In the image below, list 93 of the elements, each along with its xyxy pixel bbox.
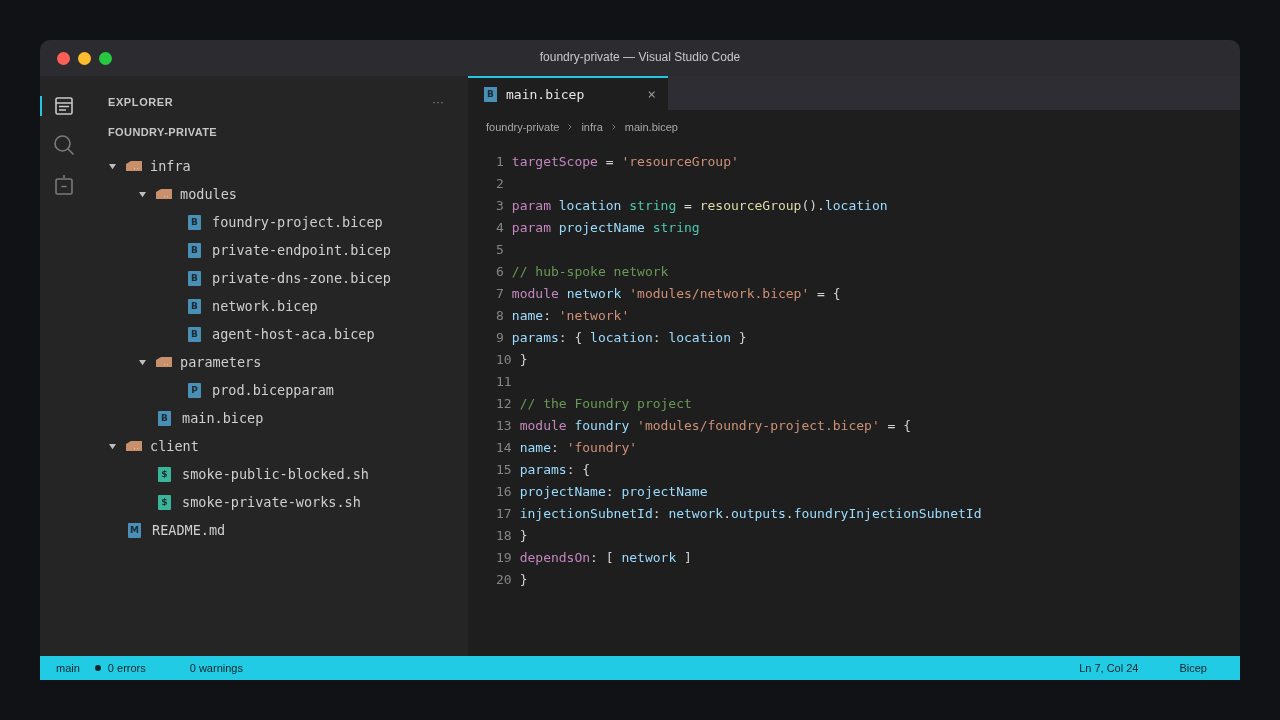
line-number: 11: [496, 373, 512, 389]
code-line: params: { location: location }: [511, 329, 747, 345]
breadcrumb-separator-icon: [568, 124, 573, 130]
workspace-name[interactable]: FOUNDRY-PRIVATE: [108, 126, 218, 138]
file-name[interactable]: foundry-project.bicep: [212, 214, 383, 230]
chevron-icon[interactable]: [108, 442, 116, 450]
explorer-icon[interactable]: [54, 96, 74, 116]
code-line: params: {: [519, 461, 591, 477]
more-actions-button[interactable]: ···: [432, 95, 444, 109]
line-number: 15: [496, 461, 512, 477]
file-name[interactable]: smoke-private-works.sh: [182, 494, 361, 510]
line-number: 20: [496, 571, 512, 587]
breadcrumb-item[interactable]: infra: [581, 121, 603, 133]
line-number: 1: [496, 153, 504, 169]
zoom-button[interactable]: [99, 51, 112, 65]
line-number: 5: [496, 241, 504, 257]
explorer-title: EXPLORER: [108, 96, 174, 108]
breadcrumb-item[interactable]: main.bicep: [624, 121, 678, 133]
code-line: targetScope = 'resourceGroup': [511, 153, 739, 169]
code-line: }: [519, 527, 528, 543]
branch-name[interactable]: main: [56, 662, 80, 674]
code-line: // the Foundry project: [519, 395, 692, 411]
language-mode[interactable]: Bicep: [1179, 662, 1207, 674]
window-title: foundry-private — Visual Studio Code: [539, 50, 741, 64]
line-number: 4: [496, 219, 504, 235]
folder-icon: [156, 356, 172, 368]
folder-name[interactable]: infra: [150, 158, 191, 174]
file-name[interactable]: network.bicep: [212, 298, 318, 314]
close-button[interactable]: [57, 51, 70, 65]
file-type-icon: B: [188, 326, 201, 342]
code-line: param location string = resourceGroup().location: [511, 197, 888, 213]
line-number: 10: [496, 351, 512, 367]
folder-name[interactable]: modules: [180, 186, 237, 202]
editor-tab[interactable]: B main.bicep ×: [468, 76, 668, 110]
file-name[interactable]: smoke-public-blocked.sh: [182, 466, 369, 482]
code-line: module foundry 'modules/foundry-project.bicep' = {: [519, 417, 912, 433]
line-number: 9: [496, 329, 504, 345]
close-tab-button[interactable]: ×: [647, 86, 656, 102]
breadcrumb-separator-icon: [611, 124, 616, 130]
file-type-icon: P: [188, 382, 201, 398]
line-number: 6: [496, 263, 504, 279]
file-name[interactable]: README.md: [152, 522, 226, 538]
error-count[interactable]: 0 errors: [107, 662, 146, 674]
chevron-icon[interactable]: [138, 190, 146, 198]
folder-icon: [156, 188, 172, 200]
code-line: }: [519, 351, 528, 367]
file-type-icon: B: [188, 270, 201, 286]
chevron-icon[interactable]: [138, 358, 146, 366]
line-number: 12: [496, 395, 512, 411]
line-number: 16: [496, 483, 512, 499]
code-line: projectName: projectName: [519, 483, 708, 499]
code-line: // hub-spoke network: [511, 263, 669, 279]
file-type-icon: M: [128, 522, 141, 538]
line-number: 8: [496, 307, 504, 323]
code-line: name: 'foundry': [519, 439, 638, 455]
file-type-icon: $: [158, 466, 171, 482]
folder-name[interactable]: parameters: [180, 354, 262, 370]
folder-icon: [126, 160, 142, 172]
search-icon[interactable]: [53, 134, 75, 156]
line-number: 3: [496, 197, 504, 213]
line-number: 19: [496, 549, 512, 565]
minimize-button[interactable]: [78, 51, 91, 65]
file-type-icon: B: [188, 242, 201, 258]
line-number: 13: [496, 417, 512, 433]
file-name[interactable]: private-dns-zone.bicep: [212, 270, 391, 286]
file-type-icon: B: [158, 410, 171, 426]
line-number: 18: [496, 527, 512, 543]
code-line: module network 'modules/network.bicep' = {: [511, 285, 841, 301]
chevron-icon[interactable]: [108, 162, 116, 170]
warning-count[interactable]: 0 warnings: [189, 662, 243, 674]
code-line: injectionSubnetId: network.outputs.foundryInjectionSubnetId: [519, 505, 982, 521]
file-type-icon: B: [188, 214, 201, 230]
folder-name[interactable]: client: [150, 438, 199, 454]
breadcrumb-item[interactable]: foundry-private: [486, 121, 560, 133]
code-line: param projectName string: [511, 219, 700, 235]
code-line: dependsOn: [ network ]: [519, 549, 692, 565]
box-icon[interactable]: [54, 174, 74, 196]
file-name[interactable]: main.bicep: [182, 410, 264, 426]
cursor-position[interactable]: Ln 7, Col 24: [1079, 662, 1139, 674]
file-name[interactable]: prod.bicepparam: [212, 382, 334, 398]
folder-icon: [126, 440, 142, 452]
line-number: 17: [496, 505, 512, 521]
line-number: 2: [496, 175, 504, 191]
file-type-icon: $: [158, 494, 171, 510]
line-number: 14: [496, 439, 512, 455]
file-type-icon: B: [484, 86, 497, 102]
status-dot-icon: [94, 665, 101, 671]
line-number: 7: [496, 285, 504, 301]
code-line: }: [519, 571, 528, 587]
file-type-icon: B: [188, 298, 201, 314]
file-name[interactable]: agent-host-aca.bicep: [212, 326, 375, 342]
file-name[interactable]: private-endpoint.bicep: [212, 242, 391, 258]
code-line: name: 'network': [511, 307, 630, 323]
